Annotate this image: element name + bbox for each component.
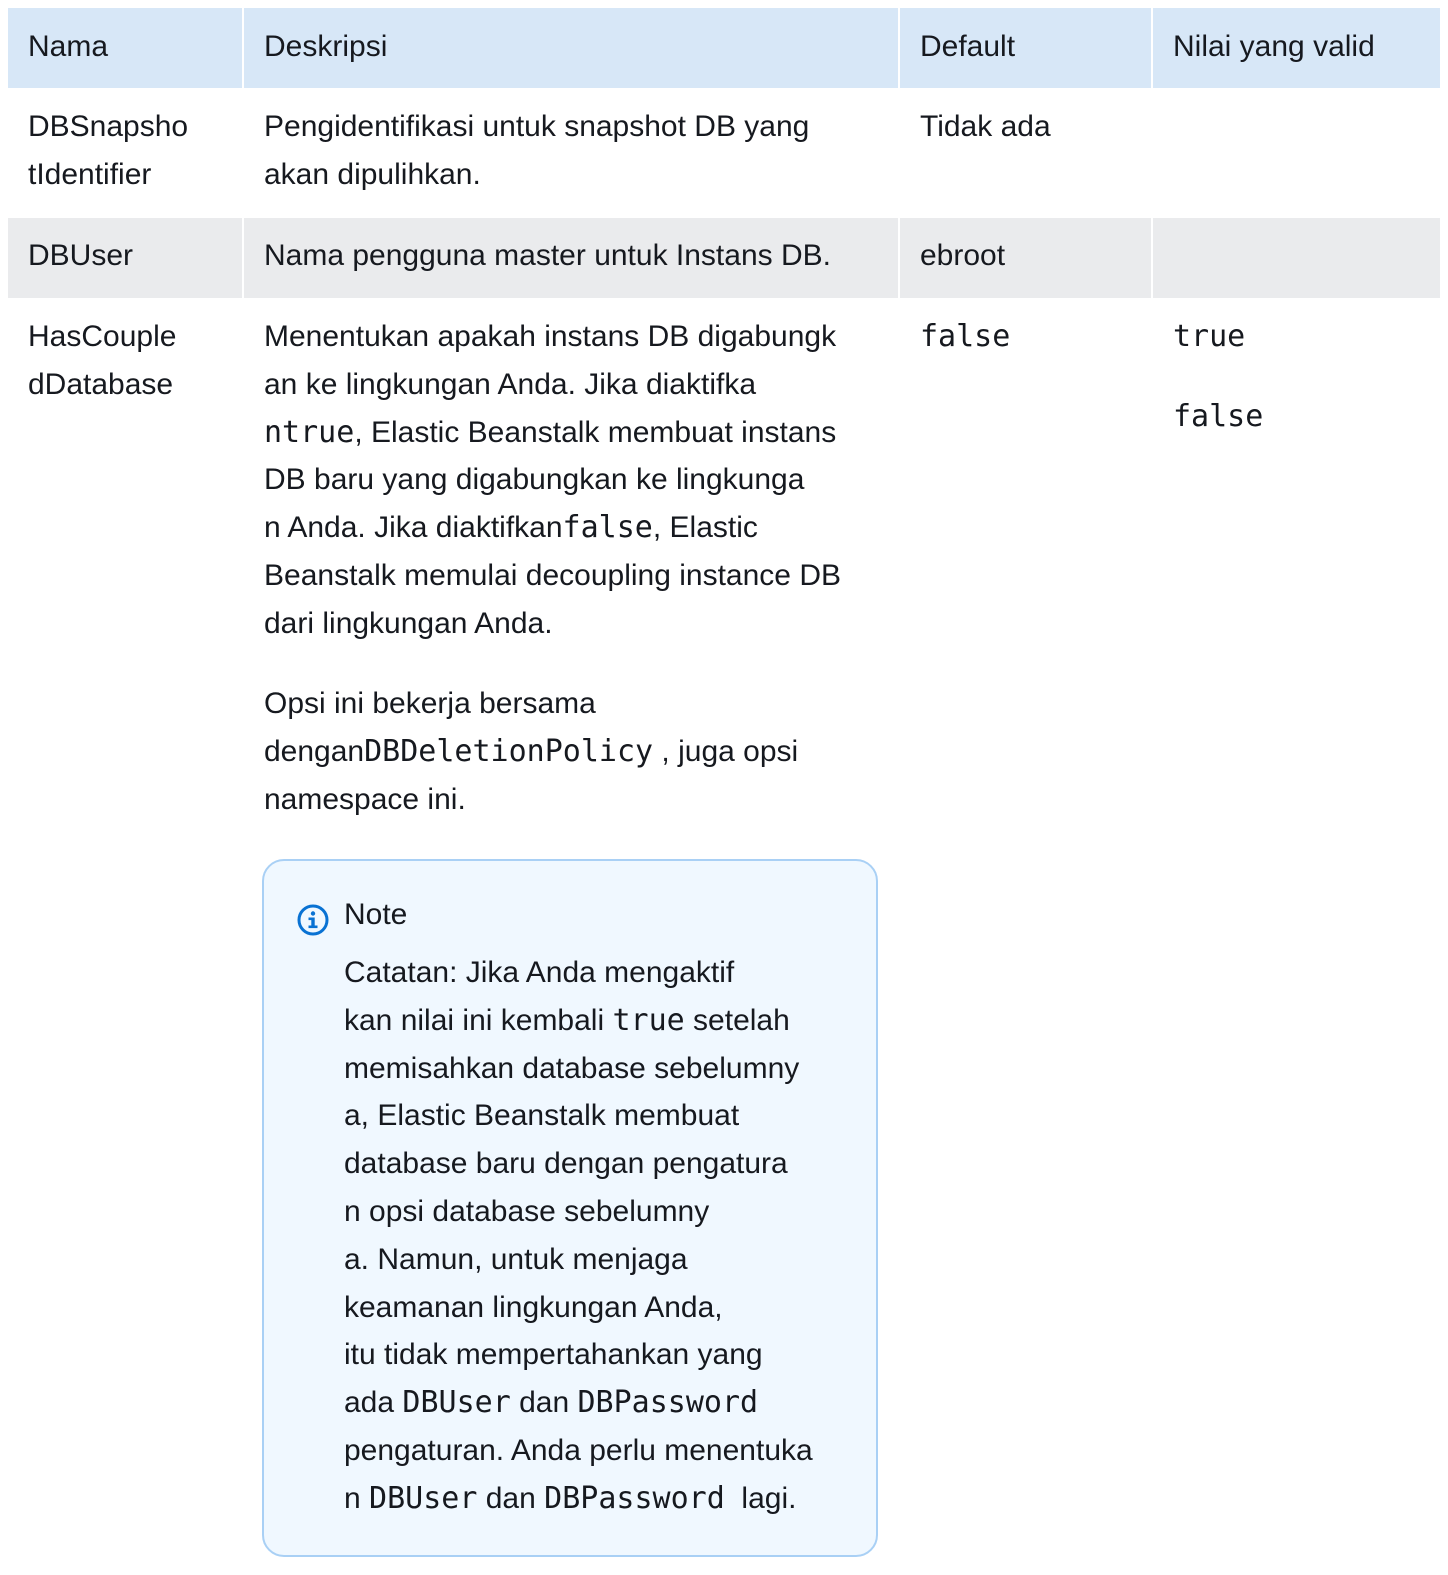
column-divider — [1151, 218, 1153, 298]
row2-default: ebroot — [920, 239, 1006, 272]
row3-name: HasCouple dDatabase — [28, 313, 176, 409]
header-description: Deskripsi — [264, 30, 388, 63]
code-true: true — [612, 1002, 685, 1038]
text: setelah — [684, 1003, 790, 1037]
text: , Elastic — [652, 511, 758, 545]
note-line: a. Namun, untuk menjaga — [344, 1242, 688, 1276]
row1-name: DBSnapsho tIdentifier — [28, 103, 188, 199]
code-dbpassword: DBPassword — [577, 1385, 759, 1421]
description-line: Beanstalk memulai decoupling instance DB — [264, 558, 841, 592]
note-line: n DBUser dan DBPassword lagi. — [344, 1475, 864, 1523]
name-line: tIdentifier — [28, 158, 152, 191]
note-line: database baru dengan pengatura — [344, 1147, 788, 1181]
description-line: dari lingkungan Anda. — [264, 606, 553, 640]
code-dbuser: DBUser — [369, 1480, 478, 1516]
row3-description-para2: Opsi ini bekerja bersama denganDBDeletio… — [264, 680, 798, 824]
column-divider — [898, 218, 900, 298]
column-divider — [898, 8, 900, 88]
description-line: Menentukan apakah instans DB digabungk — [264, 320, 837, 353]
code-false: false — [562, 510, 653, 546]
row3-valid-false: false — [1173, 399, 1264, 434]
description-line: an ke lingkungan Anda. Jika diaktifka — [264, 367, 756, 401]
row1-description: Pengidentifikasi untuk snapshot DB yang … — [264, 103, 809, 199]
header-valid-values: Nilai yang valid — [1173, 30, 1375, 63]
info-icon — [297, 904, 329, 936]
row2-description: Nama pengguna master untuk Instans DB. — [264, 239, 831, 272]
text: n — [344, 1481, 370, 1515]
name-line: DBSnapsho — [28, 110, 189, 143]
column-divider — [242, 218, 244, 298]
note-box: Note Catatan: Jika Anda mengaktif kan ni… — [262, 859, 878, 1557]
header-name: Nama — [28, 30, 109, 63]
row3-description-para1: Menentukan apakah instans DB digabungk a… — [264, 313, 841, 648]
note-line: a, Elastic Beanstalk membuat — [344, 1099, 740, 1133]
description-line: ntrue, Elastic Beanstalk membuat instans — [264, 409, 841, 457]
column-divider — [242, 8, 244, 88]
description-line: DB baru yang digabungkan ke lingkunga — [264, 463, 805, 497]
description-line: namespace ini. — [264, 783, 466, 816]
code-true: ntrue — [264, 414, 355, 450]
note-line: memisahkan database sebelumny — [344, 1051, 800, 1085]
row3-default: false — [920, 319, 1011, 354]
code-dbpassword: DBPassword — [544, 1480, 725, 1516]
name-line: dDatabase — [28, 368, 174, 401]
description-line: n Anda. Jika diaktifkanfalse, Elastic — [264, 504, 841, 552]
text: , Elastic Beanstalk membuat instans — [354, 415, 837, 449]
description-line: denganDBDeletionPolicy , juga opsi — [264, 728, 798, 776]
description-line: akan dipulihkan. — [264, 158, 481, 191]
code-dbdeletionpolicy: DBDeletionPolicy — [364, 734, 654, 769]
column-divider — [1151, 8, 1153, 88]
text: n Anda. Jika diaktifkan — [264, 511, 563, 545]
row3-valid-true: true — [1173, 319, 1246, 354]
code-dbuser: DBUser — [402, 1385, 511, 1421]
header-default: Default — [920, 30, 1016, 63]
note-line: n opsi database sebelumny — [344, 1194, 710, 1228]
text: ada — [344, 1386, 403, 1420]
note-line: keamanan lingkungan Anda, — [344, 1290, 723, 1324]
text: dengan — [264, 735, 365, 768]
text: kan nilai ini kembali — [344, 1003, 613, 1037]
description-line: Pengidentifikasi untuk snapshot DB yang — [264, 110, 810, 143]
row1-default: Tidak ada — [920, 110, 1051, 143]
name-line: HasCouple — [28, 320, 177, 353]
note-line: ada DBUser dan DBPassword — [344, 1379, 864, 1427]
row2-name: DBUser — [28, 239, 134, 272]
note-line: Catatan: Jika Anda mengaktif — [344, 956, 735, 989]
text: dan — [510, 1386, 578, 1420]
text: lagi. — [724, 1481, 797, 1515]
description-line: Opsi ini bekerja bersama — [264, 687, 596, 720]
text: dan — [477, 1481, 545, 1515]
note-line: itu tidak mempertahankan yang — [344, 1338, 763, 1372]
note-body: Catatan: Jika Anda mengaktif kan nilai i… — [344, 949, 864, 1523]
note-line: kan nilai ini kembali true setelah — [344, 997, 864, 1045]
text: , juga opsi — [653, 735, 799, 768]
note-line: pengaturan. Anda perlu menentuka — [344, 1433, 813, 1467]
note-title: Note — [344, 898, 408, 931]
